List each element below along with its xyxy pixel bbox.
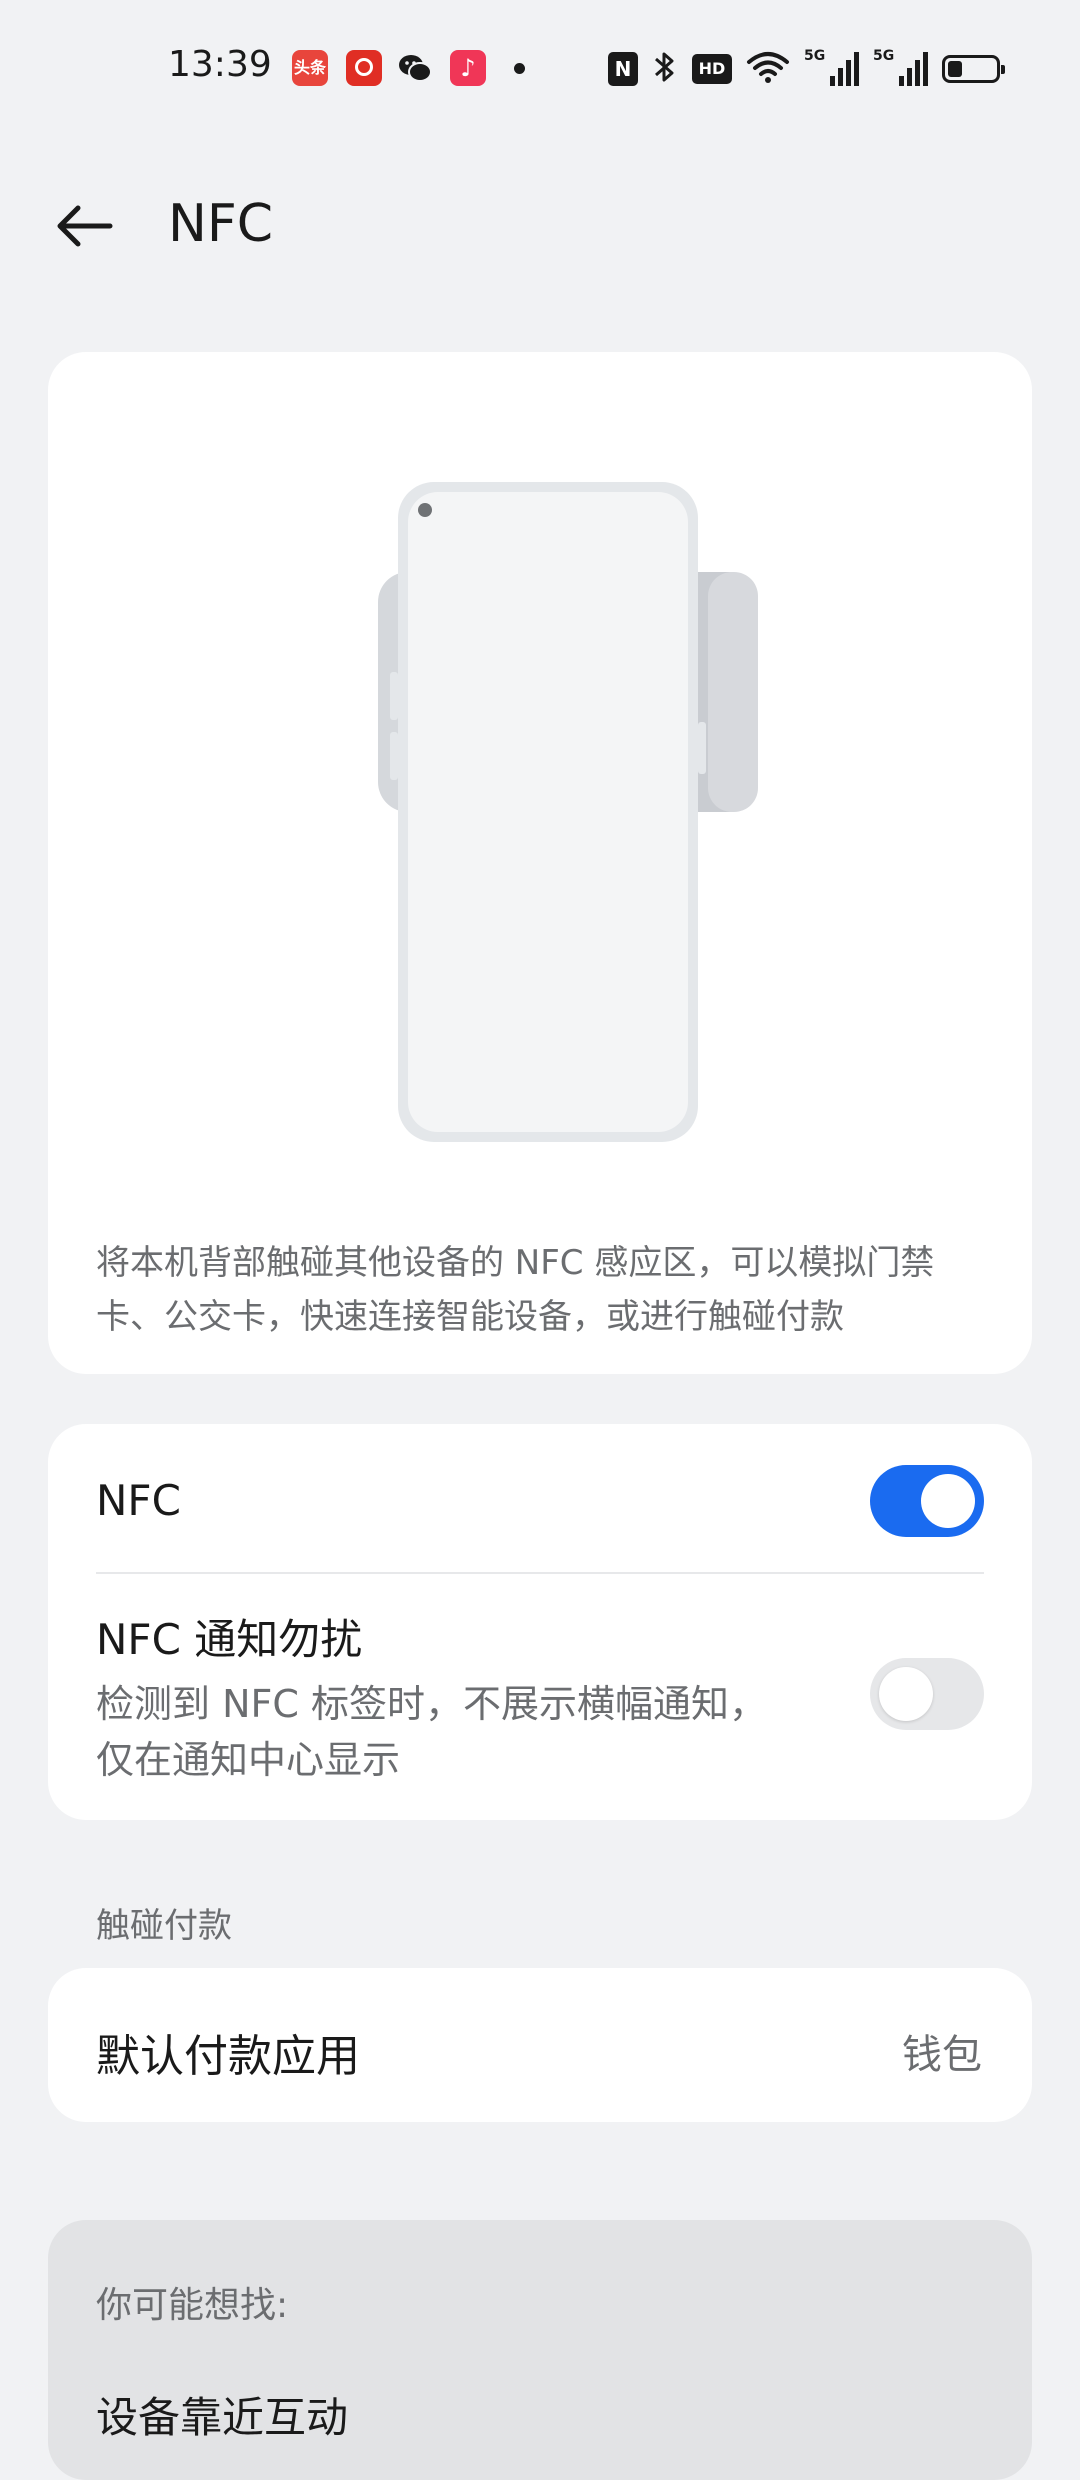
wechat-icon — [397, 50, 433, 86]
switch-knob — [921, 1474, 975, 1528]
toutiao-app-icon: 头条 — [292, 50, 328, 86]
nfc-toggle-switch[interactable] — [870, 1465, 984, 1537]
nfc-dnd-toggle-switch[interactable] — [870, 1658, 984, 1730]
nfc-intro-card: 将本机背部触碰其他设备的 NFC 感应区，可以模拟门禁卡、公交卡，快速连接智能设… — [48, 352, 1032, 1374]
nfc-description: 将本机背部触碰其他设备的 NFC 感应区，可以模拟门禁卡、公交卡，快速连接智能设… — [96, 1243, 935, 1337]
signal-sim2-icon: 5G — [873, 48, 928, 86]
nfc-dnd-description: 检测到 NFC 标签时，不展示横幅通知，仅在通知中心显示 — [96, 1682, 767, 1782]
tap-payment-section-header: 触碰付款 — [96, 1906, 232, 1946]
page-title: NFC — [168, 194, 274, 254]
nfc-dnd-title: NFC 通知勿扰 — [96, 1615, 363, 1664]
default-payment-app-label: 默认付款应用 — [96, 2031, 360, 2082]
switch-knob — [879, 1667, 933, 1721]
bluetooth-icon — [652, 49, 678, 89]
nfc-toggle-label: NFC — [96, 1476, 181, 1525]
divider — [96, 1572, 984, 1574]
back-button[interactable] — [50, 196, 120, 256]
wifi-icon — [746, 50, 790, 88]
default-payment-app-value: 钱包 — [902, 2032, 982, 2078]
back-arrow-icon — [57, 205, 113, 247]
nfc-status-icon: N — [608, 52, 638, 86]
pinduoduo-app-icon — [346, 50, 382, 86]
battery-icon — [942, 55, 1005, 83]
status-time: 13:39 — [168, 44, 272, 85]
suggestions-title: 你可能想找: — [96, 2285, 289, 2326]
signal-sim1-icon: 5G — [804, 48, 859, 86]
suggestion-item-device-proximity[interactable]: 设备靠近互动 — [96, 2384, 348, 2445]
status-icons: N HD 5G 5G — [608, 44, 1005, 94]
music-app-icon: ♪ — [450, 50, 486, 86]
phone-tap-illustration — [378, 482, 758, 1142]
more-notifications-dot — [514, 63, 525, 74]
status-bar: 13:39 头条 ♪ N HD 5G 5G — [0, 0, 1080, 140]
hd-voice-icon: HD — [692, 54, 732, 84]
